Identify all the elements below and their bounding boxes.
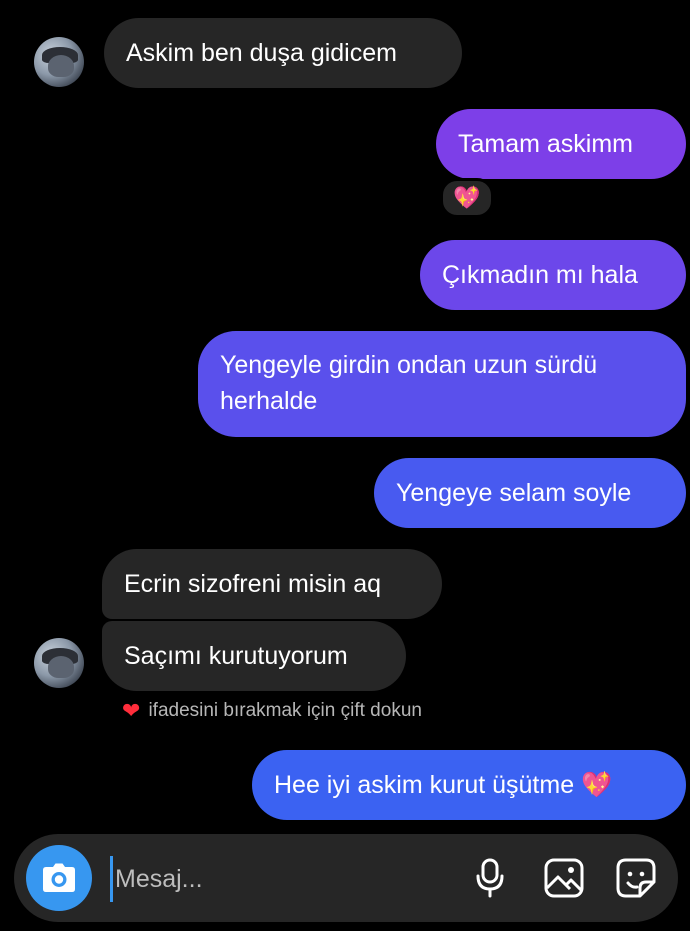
sticker-button[interactable] <box>614 856 658 900</box>
message-text-line-1: Yengeyle girdin ondan uzun sürdü <box>220 351 598 379</box>
message-text: Saçımı kurutuyorum <box>124 642 348 670</box>
message-text: Çıkmadın mı hala <box>442 261 638 289</box>
camera-button[interactable] <box>26 845 92 911</box>
message-input[interactable] <box>110 856 447 902</box>
microphone-icon <box>476 858 504 898</box>
message-text: Yengeye selam soyle <box>396 479 632 507</box>
message-text: Askim ben duşa gidicem <box>126 39 397 67</box>
sticker-icon <box>616 858 656 898</box>
outgoing-message-bubble[interactable]: Tamam askimm <box>436 109 686 179</box>
message-reaction[interactable]: 💖 <box>440 178 494 218</box>
reaction-hint: ❤ ifadesini bırakmak için çift dokun <box>122 700 422 722</box>
gallery-button[interactable] <box>542 856 586 900</box>
contact-avatar[interactable] <box>34 37 84 87</box>
gallery-icon <box>544 858 584 898</box>
outgoing-message-bubble[interactable]: Çıkmadın mı hala <box>420 240 686 310</box>
heart-icon: ❤ <box>122 698 141 723</box>
camera-icon <box>43 863 75 892</box>
message-text: Ecrin sizofreni misin aq <box>124 570 382 598</box>
message-text: Tamam askimm <box>458 130 634 158</box>
message-composer <box>14 834 678 922</box>
reaction-hint-text: ifadesini bırakmak için çift dokun <box>148 700 422 721</box>
outgoing-message-bubble[interactable]: Hee iyi askim kurut üşütme 💖 <box>252 750 686 820</box>
incoming-message-bubble[interactable]: Ecrin sizofreni misin aq <box>102 549 442 619</box>
sparkling-heart-icon: 💖 <box>453 185 481 210</box>
chat-screen: Askim ben duşa gidicem Tamam askimm 💖 Çı… <box>0 0 690 931</box>
message-text: Hee iyi askim kurut üşütme 💖 <box>274 771 613 799</box>
message-text-line-2: herhalde <box>220 387 318 415</box>
contact-avatar[interactable] <box>34 638 84 688</box>
microphone-button[interactable] <box>468 856 512 900</box>
outgoing-message-bubble[interactable]: Yengeye selam soyle <box>374 458 686 528</box>
incoming-message-bubble[interactable]: Saçımı kurutuyorum <box>102 621 406 691</box>
outgoing-message-bubble[interactable]: Yengeyle girdin ondan uzun sürdü herhald… <box>198 331 686 437</box>
incoming-message-bubble[interactable]: Askim ben duşa gidicem <box>104 18 462 88</box>
